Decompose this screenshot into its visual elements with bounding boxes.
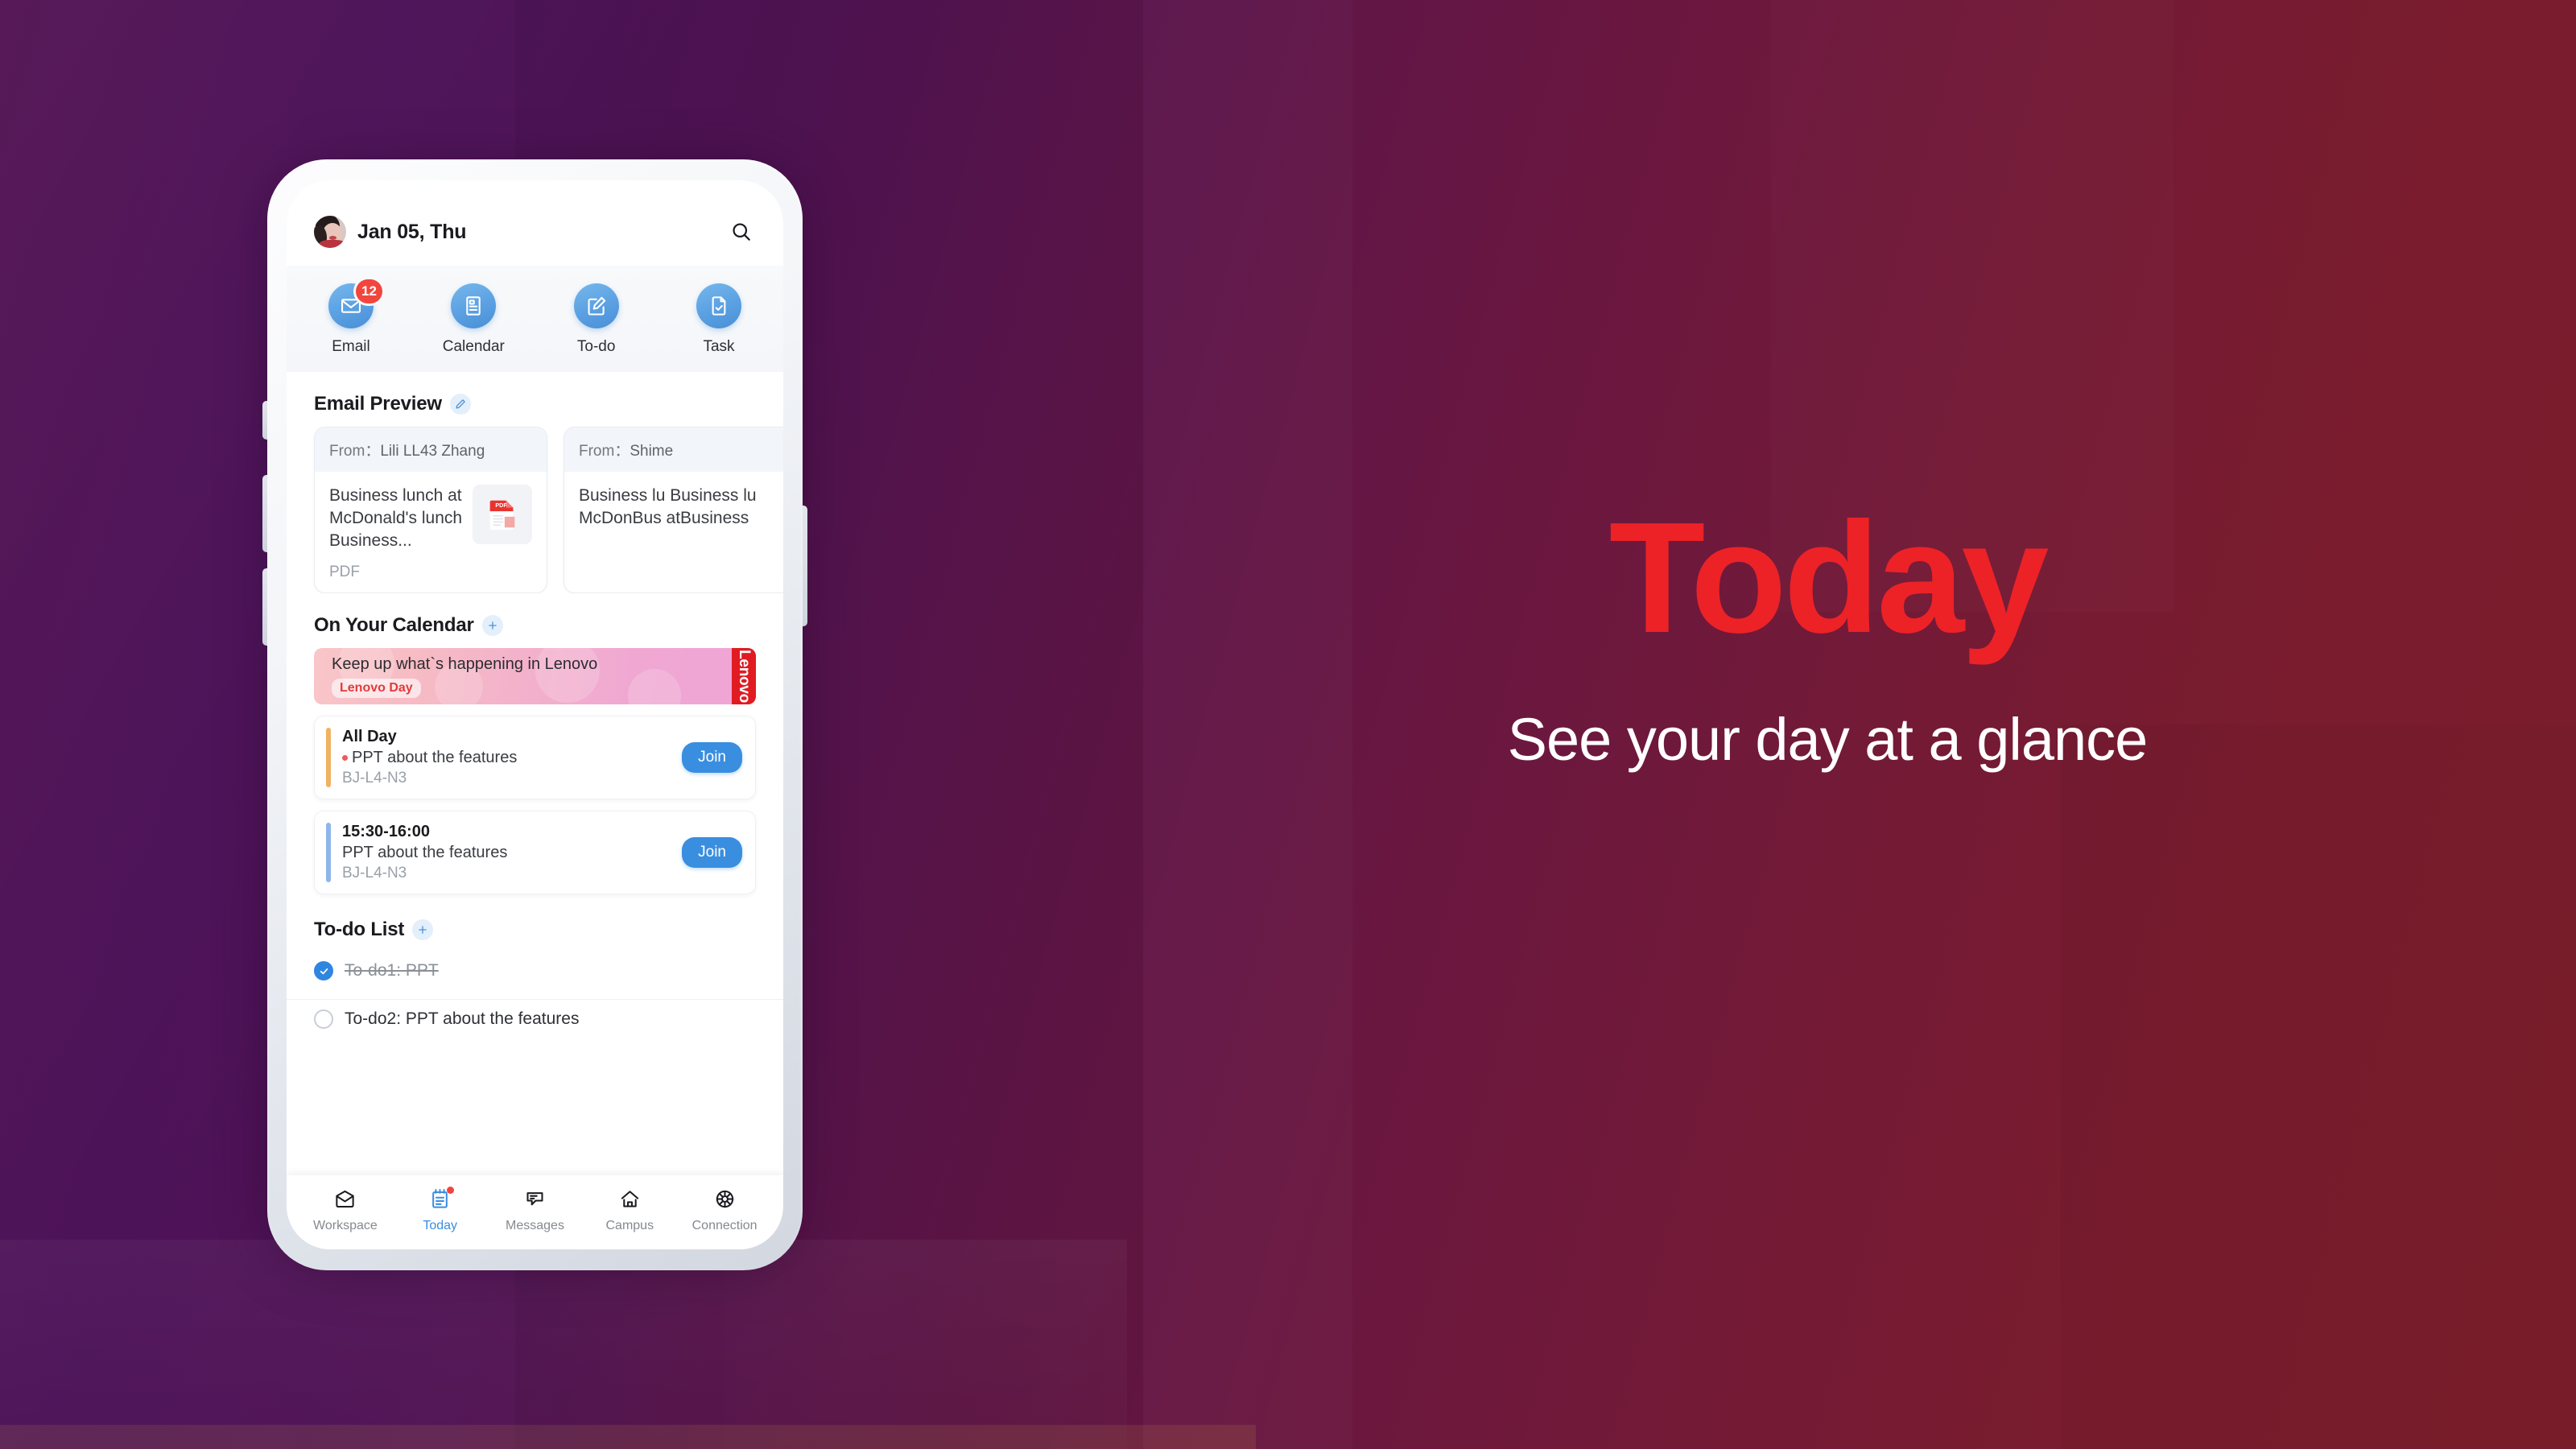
facet-shape — [0, 1425, 1256, 1449]
quick-action-label: Task — [703, 338, 735, 355]
facet-shape — [0, 1240, 1127, 1449]
nav-item-messages[interactable]: Messages — [488, 1188, 583, 1233]
todo-text: To-do2: PPT about the features — [345, 1009, 580, 1029]
plus-icon[interactable] — [481, 615, 503, 637]
pdf-file-icon: PDF — [473, 485, 532, 544]
email-subject: Business lu Business lu McDonBus atBusin… — [579, 486, 757, 528]
phone-body: Jan 05, Thu 12 Email Calendar To-do Task… — [267, 159, 803, 1270]
phone-mockup: Jan 05, Thu 12 Email Calendar To-do Task… — [262, 159, 807, 1270]
calendar-section: On Your Calendar Keep up what`s happenin… — [287, 614, 783, 895]
bottom-navigation-bar: Workspace Today Messages Campus Connecti… — [287, 1175, 783, 1249]
event-color-bar — [326, 823, 331, 883]
nav-label: Today — [423, 1219, 458, 1232]
today-notification-dot — [446, 1187, 454, 1194]
search-icon[interactable] — [727, 217, 756, 246]
event-location: BJ-L4-N3 — [342, 865, 407, 882]
phone-screen: Jan 05, Thu 12 Email Calendar To-do Task… — [287, 180, 783, 1249]
todo-text: To-do1: PPT — [345, 961, 439, 980]
inbox-icon — [334, 1188, 356, 1214]
banner-headline: Keep up what`s happening in Lenovo — [332, 654, 598, 673]
hero-text-block: Today See your day at a glance — [1256, 499, 2399, 774]
facet-shape — [2061, 724, 2576, 1449]
quick-action-todo[interactable]: To-do — [556, 283, 637, 356]
email-preview-list[interactable]: From：Lili LL43 Zhang Business lunch at M… — [287, 427, 783, 594]
email-attachment-type: PDF — [329, 564, 360, 581]
email-subject: Business lunch at McDonald's lunch Busin… — [329, 486, 463, 551]
edit-square-icon — [573, 283, 619, 328]
nav-label: Connection — [691, 1219, 758, 1232]
pencil-edit-icon[interactable] — [449, 394, 471, 415]
chat-bubble-icon — [524, 1188, 546, 1214]
event-color-bar — [326, 728, 331, 788]
checkbox-checked-icon[interactable] — [314, 961, 333, 981]
page-title: Jan 05, Thu — [357, 220, 467, 243]
calendar-header: On Your Calendar — [287, 614, 783, 637]
quick-action-task[interactable]: Task — [679, 283, 759, 356]
avatar-body-shape — [319, 240, 346, 248]
checkbox-empty-icon[interactable] — [314, 1009, 333, 1030]
status-badge: Lenovo Day — [332, 678, 421, 698]
nav-item-workspace[interactable]: Workspace — [298, 1188, 393, 1233]
nav-label: Workspace — [313, 1219, 378, 1232]
email-card[interactable]: From：Lili LL43 Zhang Business lunch at M… — [314, 427, 547, 594]
calendar-doc-icon — [451, 283, 497, 328]
lenovo-wordmark: Lenovo — [736, 650, 753, 704]
nav-item-connection[interactable]: Connection — [677, 1188, 772, 1233]
nav-label: Messages — [506, 1219, 564, 1232]
event-title-row: PPT about the features — [342, 749, 682, 767]
todo-header: To-do List — [287, 919, 783, 941]
home-icon — [619, 1188, 641, 1214]
plus-icon[interactable] — [412, 919, 434, 941]
svg-text:PDF: PDF — [495, 502, 507, 509]
event-title-row: PPT about the features — [342, 844, 682, 862]
event-location: BJ-L4-N3 — [342, 770, 407, 787]
event-status-dot — [342, 755, 348, 762]
email-from-name: Lili LL43 Zhang — [380, 443, 485, 460]
list-item[interactable]: To-do1: PPT — [287, 952, 783, 989]
join-button[interactable]: Join — [682, 742, 742, 774]
list-item[interactable]: To-do2: PPT about the features — [287, 999, 783, 1030]
app-scroll-area[interactable]: Jan 05, Thu 12 Email Calendar To-do Task… — [287, 180, 783, 1249]
nav-item-campus[interactable]: Campus — [582, 1188, 677, 1233]
section-title: Email Preview — [314, 393, 442, 415]
quick-action-label: Calendar — [442, 338, 505, 355]
email-from-line: From：Shime — [564, 427, 783, 472]
app-header: Jan 05, Thu — [287, 180, 783, 256]
hero-subtitle: See your day at a glance — [1507, 706, 2149, 773]
event-time: All Day — [342, 728, 397, 746]
globe-web-icon — [714, 1188, 736, 1214]
lenovo-logo: Lenovo — [732, 648, 756, 705]
nav-label: Campus — [605, 1219, 654, 1232]
quick-action-calendar[interactable]: Calendar — [433, 283, 514, 356]
email-from-label: From： — [579, 443, 630, 460]
event-time: 15:30-16:00 — [342, 823, 430, 841]
email-card[interactable]: From：Shime Business lu Business lu McDon… — [564, 427, 783, 594]
lenovo-day-banner[interactable]: Keep up what`s happening in Lenovo Lenov… — [314, 648, 756, 705]
join-button[interactable]: Join — [682, 837, 742, 869]
quick-action-email[interactable]: 12 Email — [311, 279, 391, 356]
section-title: To-do List — [314, 919, 405, 941]
email-unread-badge: 12 — [356, 279, 382, 303]
quick-actions-bar: 12 Email Calendar To-do Task — [287, 266, 783, 372]
event-title: PPT about the features — [342, 844, 508, 862]
quick-action-label: Email — [332, 338, 370, 355]
calendar-event-card[interactable]: 15:30-16:00 PPT about the features BJ-L4… — [314, 811, 756, 895]
calendar-event-card[interactable]: All Day PPT about the features BJ-L4-N3 … — [314, 716, 756, 800]
nav-item-today[interactable]: Today — [393, 1187, 488, 1233]
document-check-icon — [696, 283, 741, 328]
section-title: On Your Calendar — [314, 614, 474, 637]
event-title: PPT about the features — [352, 749, 518, 767]
email-from-name: Shime — [630, 443, 674, 460]
email-from-label: From： — [329, 443, 381, 460]
email-preview-header: Email Preview — [287, 393, 783, 415]
email-from-line: From：Lili LL43 Zhang — [315, 427, 547, 472]
avatar[interactable] — [314, 216, 346, 248]
quick-action-label: To-do — [576, 338, 616, 355]
hero-title: Today — [1608, 489, 2050, 666]
